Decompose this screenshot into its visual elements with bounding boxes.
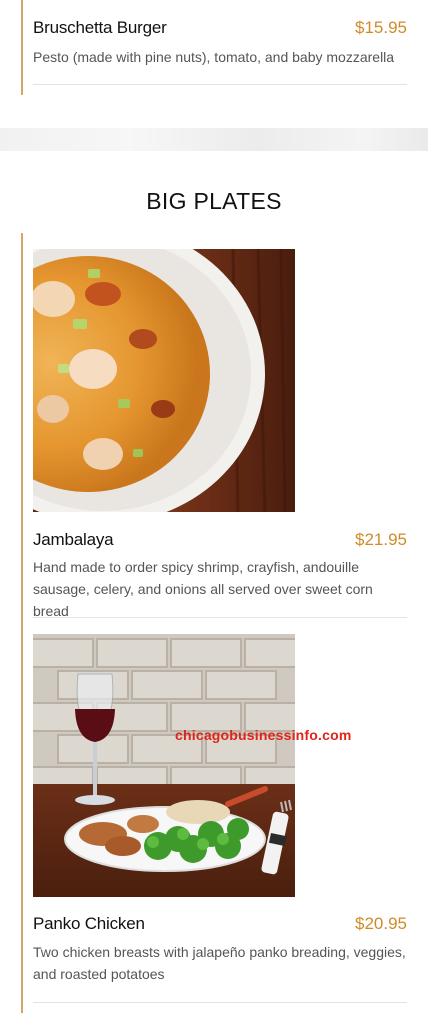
- item-price: $15.95: [355, 18, 407, 37]
- item-divider: [33, 84, 407, 85]
- item-description: Pesto (made with pine nuts), tomato, and…: [33, 49, 395, 65]
- panko-chicken-photo: [33, 634, 295, 897]
- menu-item-panko-chicken: Panko Chicken $20.95: [33, 914, 407, 934]
- watermark: chicagobusinessinfo.com: [175, 727, 352, 743]
- accent-line: [21, 233, 23, 1013]
- section-title: BIG PLATES: [146, 188, 282, 214]
- item-name: Panko Chicken: [33, 914, 145, 933]
- item-divider: [33, 1002, 407, 1003]
- item-name: Jambalaya: [33, 530, 114, 549]
- item-description: Two chicken breasts with jalapeño panko …: [33, 944, 406, 982]
- item-description: Hand made to order spicy shrimp, crayfis…: [33, 559, 373, 619]
- item-name: Bruschetta Burger: [33, 18, 167, 37]
- section-divider-band: [0, 128, 428, 151]
- menu-item-bruschetta-burger: Bruschetta Burger $15.95: [33, 18, 407, 38]
- jambalaya-photo: [33, 249, 295, 512]
- menu-item-jambalaya: Jambalaya $21.95: [33, 530, 407, 550]
- item-price: $21.95: [355, 530, 407, 549]
- item-price: $20.95: [355, 914, 407, 933]
- accent-line: [21, 0, 23, 95]
- item-divider: [33, 617, 407, 618]
